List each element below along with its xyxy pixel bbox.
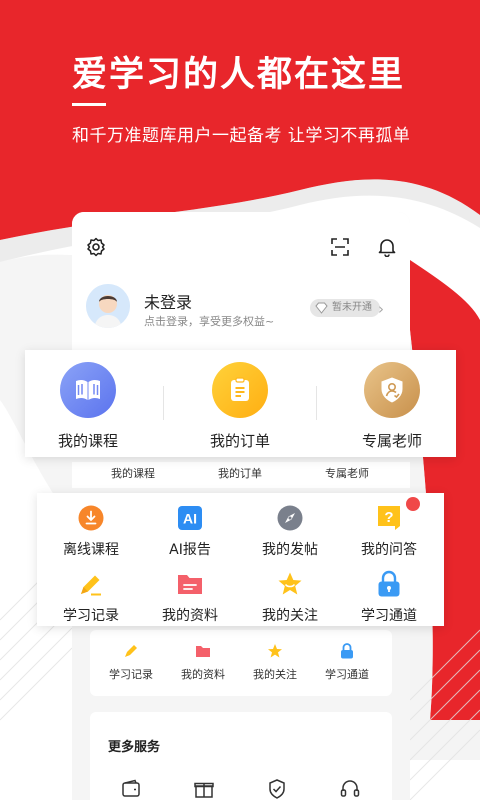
study-records-button[interactable]: 学习记录 (43, 569, 139, 625)
study-records-label: 学习记录 (63, 608, 119, 624)
profile-header: 未登录 点击登录，享受更多权益~ 暂未开通 › (72, 212, 410, 352)
my-qa-label: 我的问答 (361, 542, 417, 558)
folder-icon (175, 569, 205, 599)
question-icon: ? (374, 503, 404, 533)
more-services-card: 更多服务 (90, 712, 392, 800)
bell-icon[interactable] (374, 234, 400, 260)
offline-courses-label: 离线课程 (63, 542, 119, 558)
shortcut-row-ghost: 我的课程 我的订单 专属老师 (72, 462, 410, 488)
my-posts-button[interactable]: 我的发帖 (242, 503, 338, 559)
personal-teacher-button[interactable]: 专属老师 (332, 362, 452, 451)
more-services-title: 更多服务 (108, 740, 161, 755)
hero-subtitle: 和千万准题库用户一起备考 让学习不再孤单 (72, 126, 411, 146)
my-orders-label: 我的订单 (209, 432, 270, 450)
personal-teacher-label: 专属老师 (361, 432, 422, 450)
ghost-item-label: 学习通道 (325, 668, 369, 681)
ai-report-label: AI报告 (169, 542, 211, 558)
vip-badge[interactable]: 暂未开通 (310, 299, 380, 317)
headset-icon[interactable] (339, 778, 361, 800)
study-channel-button[interactable]: 学习通道 (341, 569, 437, 625)
tools-grid-ghost: 学习记录 我的资料 我的关注 学习通道 (90, 630, 392, 696)
my-qa-button[interactable]: ? 我的问答 (341, 503, 437, 559)
my-orders-button[interactable]: 我的订单 (180, 362, 300, 451)
clipboard-icon (212, 362, 268, 418)
ghost-item-label: 我的资料 (181, 668, 225, 681)
offline-courses-button[interactable]: 离线课程 (43, 503, 139, 559)
ghost-item-label: 学习记录 (109, 668, 153, 681)
ghost-item[interactable]: 学习记录 (96, 642, 166, 682)
ai-icon-text: AI (183, 511, 197, 527)
pencil-icon (76, 569, 106, 599)
study-channel-label: 学习通道 (361, 608, 417, 624)
ghost-item[interactable]: 我的关注 (240, 642, 310, 682)
folder-icon (194, 642, 212, 660)
my-courses-button[interactable]: 我的课程 (28, 362, 148, 451)
my-follows-button[interactable]: 我的关注 (242, 569, 338, 625)
ghost-label: 专属老师 (325, 467, 369, 480)
book-icon (60, 362, 116, 418)
hero-title: 爱学习的人都在这里 (72, 55, 406, 95)
pencil-icon (122, 642, 140, 660)
ghost-item[interactable]: 学习通道 (312, 642, 382, 682)
diamond-icon (315, 302, 328, 314)
download-icon (76, 503, 106, 533)
tools-grid-card: 离线课程 AI AI报告 我的发帖 ? 我的问答 学习记录 我的资料 我的关注 (37, 493, 444, 626)
wallet-icon[interactable] (120, 778, 142, 800)
settings-icon[interactable] (83, 234, 109, 260)
my-materials-button[interactable]: 我的资料 (142, 569, 238, 625)
star-icon (266, 642, 284, 660)
divider (163, 386, 164, 420)
hero-divider (72, 103, 106, 106)
my-posts-label: 我的发帖 (262, 542, 318, 558)
teacher-icon (364, 362, 420, 418)
lock-icon (374, 569, 404, 599)
my-courses-label: 我的课程 (57, 432, 118, 450)
compass-icon (275, 503, 305, 533)
ghost-item-label: 我的关注 (253, 668, 297, 681)
question-icon-text: ? (384, 509, 393, 526)
ghost-label: 我的订单 (218, 467, 262, 480)
gift-icon[interactable] (193, 778, 215, 800)
ghost-label: 我的课程 (111, 467, 155, 480)
avatar[interactable] (86, 284, 130, 328)
lock-icon (338, 642, 356, 660)
ai-icon: AI (175, 503, 205, 533)
divider (316, 386, 317, 420)
scan-icon[interactable] (327, 234, 353, 260)
shield-icon[interactable] (266, 778, 288, 800)
main-shortcuts-card: 我的课程 我的订单 专属老师 (25, 350, 456, 457)
star-icon (275, 569, 305, 599)
my-follows-label: 我的关注 (262, 608, 318, 624)
vip-badge-label: 暂未开通 (332, 302, 372, 313)
ai-report-button[interactable]: AI AI报告 (142, 503, 238, 559)
my-materials-label: 我的资料 (162, 608, 218, 624)
login-hint: 点击登录，享受更多权益~ (144, 315, 275, 328)
login-status[interactable]: 未登录 (144, 289, 192, 313)
ghost-item[interactable]: 我的资料 (168, 642, 238, 682)
chevron-right-icon[interactable]: › (378, 300, 384, 318)
